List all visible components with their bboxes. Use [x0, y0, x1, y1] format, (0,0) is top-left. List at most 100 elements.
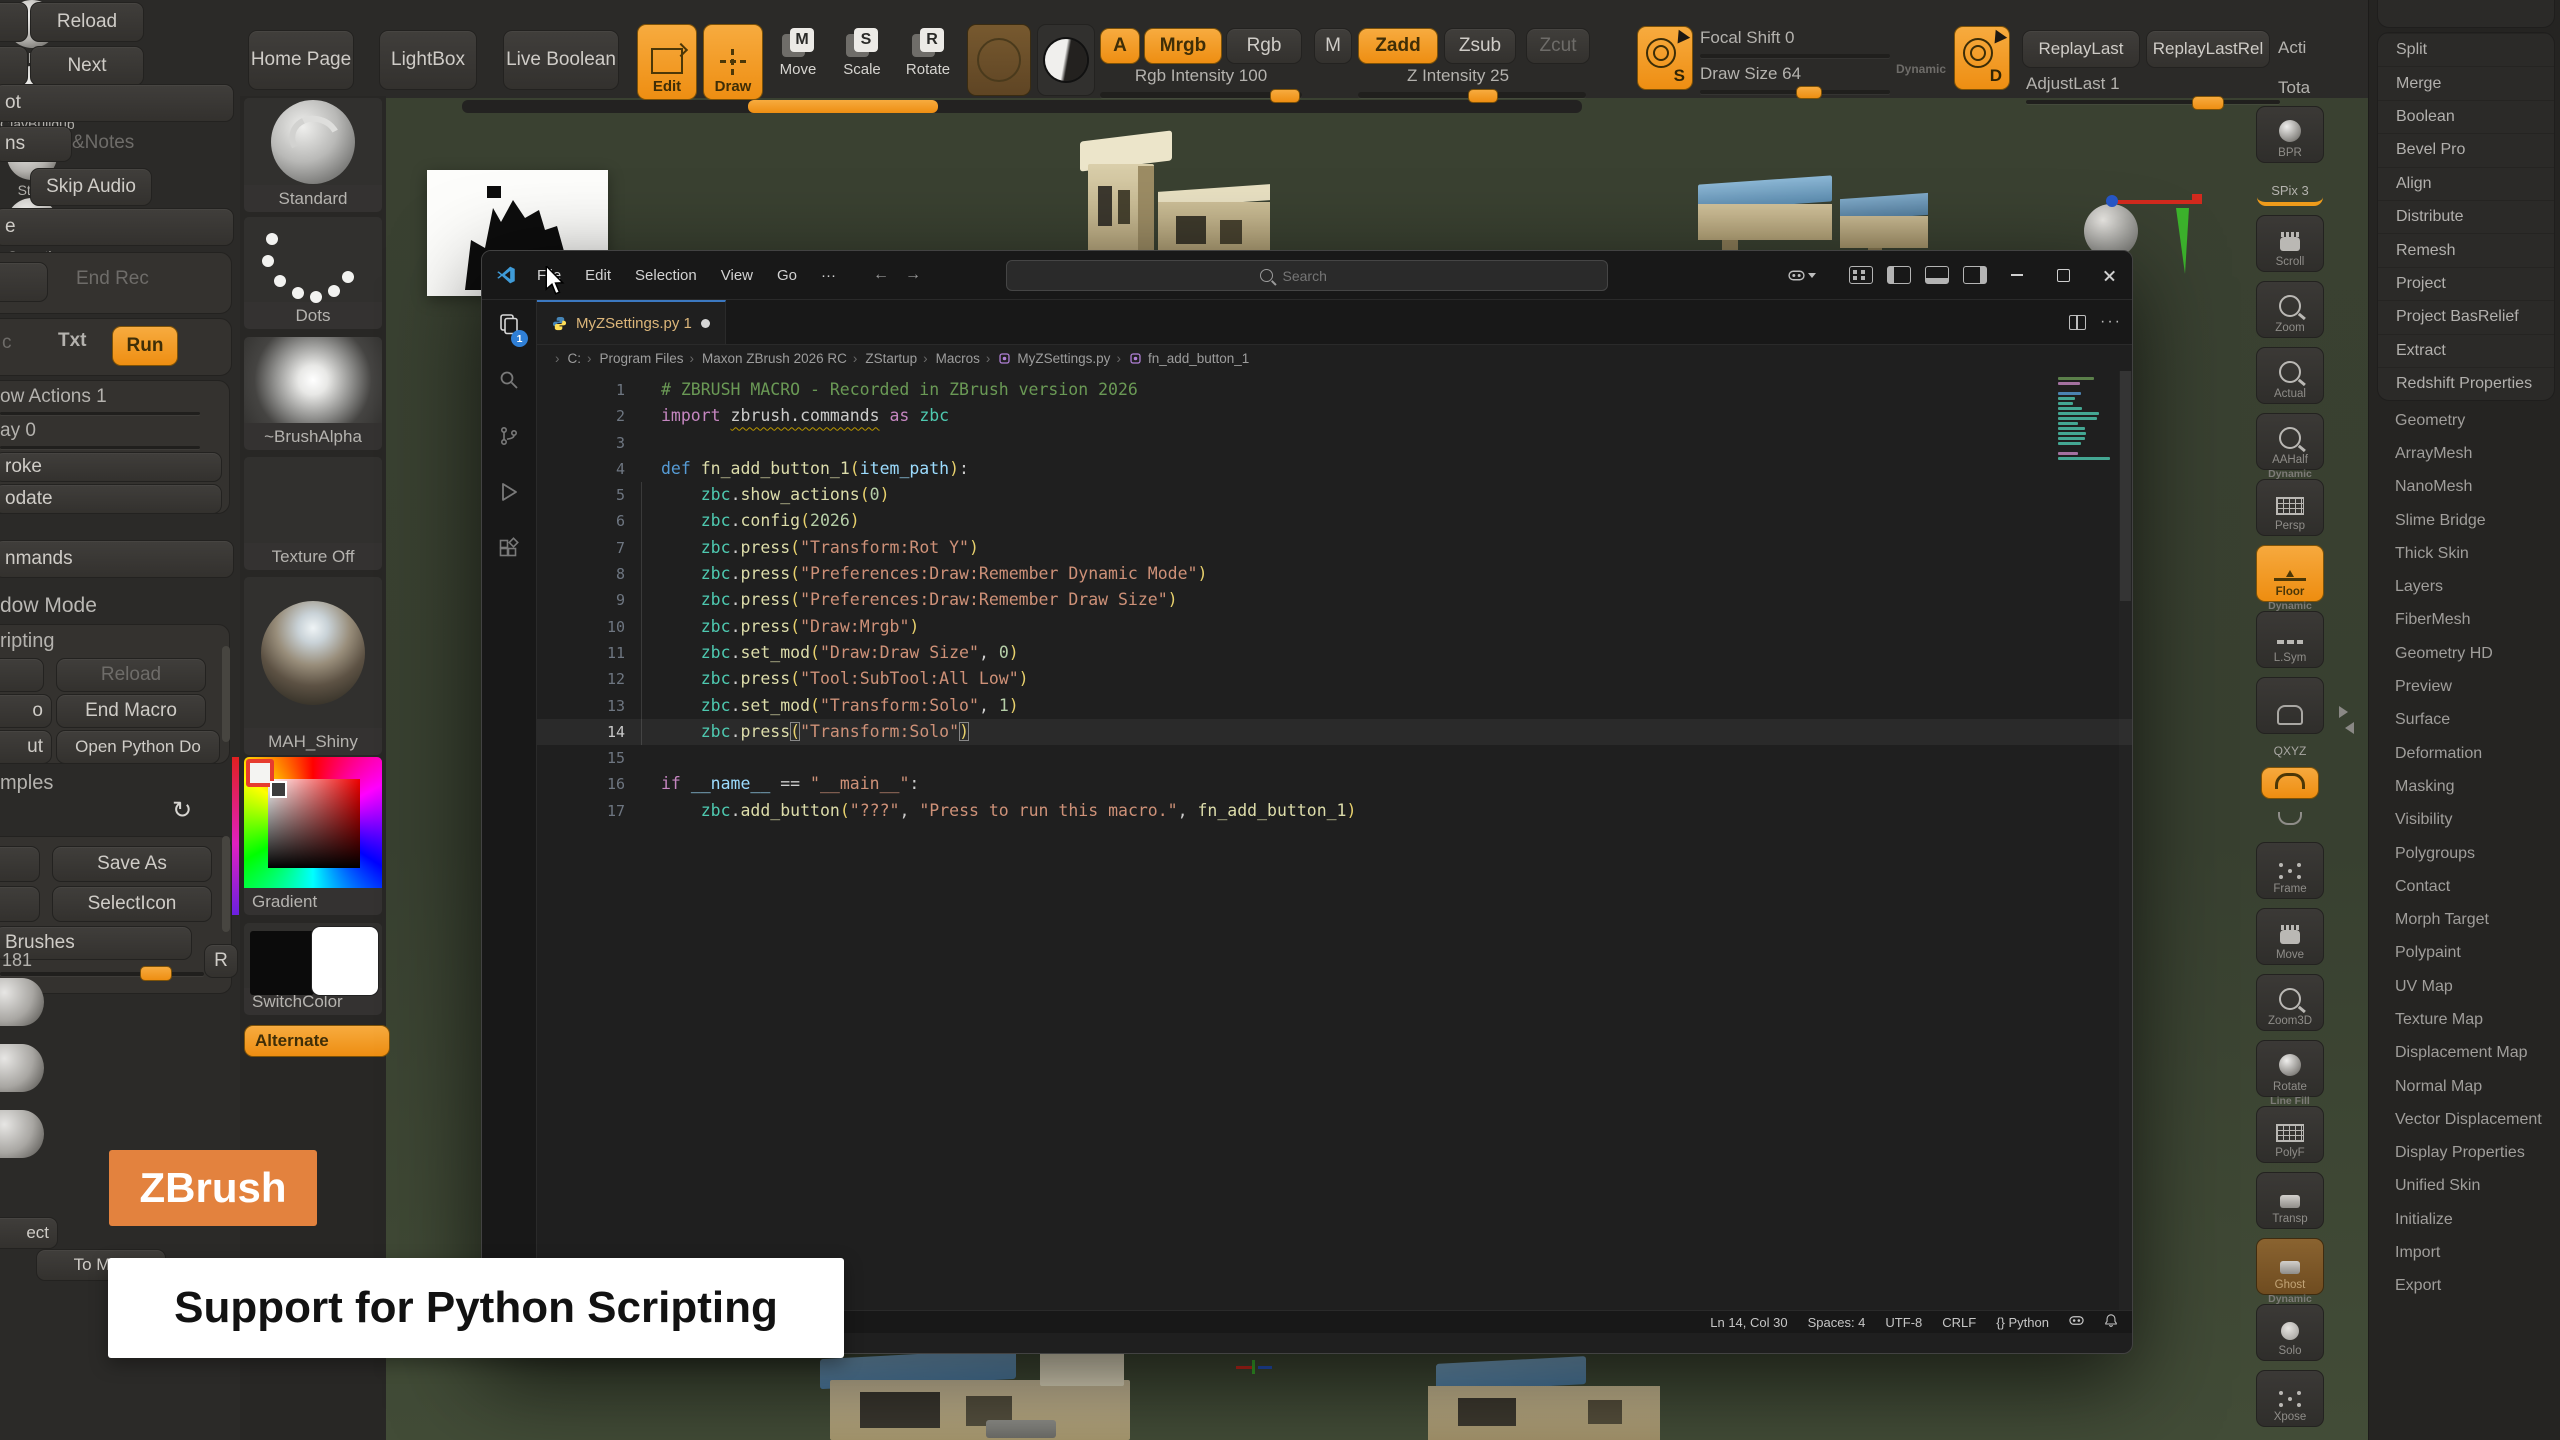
tool-menu-item[interactable]: Align — [2378, 167, 2554, 200]
end-macro-button[interactable]: End Macro — [56, 694, 206, 728]
m-toggle[interactable]: M — [1314, 28, 1352, 64]
shelf-button[interactable]: Line Fill PolyF — [2256, 1106, 2324, 1163]
layout-secondary-sidebar-icon[interactable] — [1963, 266, 1987, 284]
tool-menu-item[interactable]: UV Map — [2369, 970, 2560, 1003]
tool-menu-item[interactable]: Visibility — [2369, 804, 2560, 837]
zadd-toggle[interactable]: Zadd — [1358, 28, 1438, 64]
scripting-cut-2[interactable]: o — [0, 694, 52, 728]
code-line[interactable]: 11 zbc.set_mod("Draw:Draw Size", 0) — [537, 640, 2132, 666]
a-toggle[interactable]: A — [1100, 28, 1140, 64]
mrgb-toggle[interactable]: Mrgb — [1144, 28, 1222, 64]
code-line[interactable]: 6 zbc.config(2026) — [537, 508, 2132, 534]
vscode-titlebar[interactable]: FileEditSelectionViewGo··· ← → — [482, 251, 2132, 300]
menu-item[interactable]: Go — [766, 262, 808, 289]
shelf-button[interactable]: Rotate — [2256, 1040, 2324, 1097]
stroke-button[interactable]: roke — [0, 452, 222, 482]
slider-181-knob[interactable] — [140, 966, 172, 981]
rgb-intensity-knob[interactable] — [1270, 89, 1300, 103]
tool-menu-item[interactable]: Polypaint — [2369, 937, 2560, 970]
tool-menu-item[interactable]: Geometry — [2369, 404, 2560, 437]
rgb-intensity-slider[interactable]: Rgb Intensity 100 — [1100, 66, 1302, 86]
focal-shift-track[interactable] — [1700, 54, 1890, 58]
tool-menu-item[interactable]: Vector Displacement — [2369, 1103, 2560, 1136]
acti-label-cut[interactable]: Acti — [2278, 38, 2306, 58]
status-eol[interactable]: CRLF — [1942, 1315, 1976, 1330]
update-button[interactable]: odate — [0, 484, 222, 514]
stroke-preview-button[interactable] — [967, 24, 1031, 96]
shelf-button[interactable]: Scroll — [2256, 215, 2324, 272]
next-button[interactable]: Next — [30, 46, 144, 86]
rec-cut-button[interactable] — [0, 262, 48, 302]
shelf-button[interactable]: Dynamic Solo — [2256, 1304, 2324, 1361]
menu-item[interactable]: Edit — [574, 262, 622, 289]
rgb-toggle[interactable]: Rgb — [1226, 28, 1302, 64]
close-button[interactable] — [2086, 251, 2132, 299]
edit-mode-button[interactable]: Edit — [637, 24, 697, 100]
copilot-menu[interactable] — [1788, 267, 1816, 284]
tool-menu-item[interactable]: Redshift Properties — [2378, 367, 2554, 400]
notes-label[interactable]: &Notes — [72, 132, 134, 154]
adjust-last-knob[interactable] — [2192, 96, 2224, 110]
draw-mode-button[interactable]: Draw — [703, 24, 763, 100]
code-line[interactable]: 2import zbrush.commands as zbc — [537, 403, 2132, 429]
shelf-button[interactable] — [2257, 808, 2323, 833]
lightbox-button[interactable]: LightBox — [379, 30, 477, 90]
nav-forward-icon[interactable]: → — [905, 266, 921, 284]
tota-label-cut[interactable]: Tota — [2278, 78, 2310, 98]
save-cut-1[interactable] — [0, 846, 40, 882]
code-editor[interactable]: 1# ZBRUSH MACRO - Recorded in ZBrush ver… — [537, 371, 2132, 1310]
scroll-right-icon[interactable] — [2339, 706, 2354, 718]
d-brush-badge[interactable]: D — [1954, 26, 2010, 90]
tool-menu-item[interactable]: Split — [2378, 33, 2554, 66]
shelf-button[interactable]: BPR — [2256, 106, 2324, 163]
shelf-button[interactable]: Xpose — [2256, 1370, 2324, 1427]
tool-menu-item[interactable]: Contact — [2369, 870, 2560, 903]
s-brush-badge[interactable]: S — [1637, 26, 1693, 90]
tool-menu-item[interactable]: Surface — [2369, 704, 2560, 737]
menu-item[interactable]: Selection — [624, 262, 708, 289]
tab-myzsettings[interactable]: MyZSettings.py 1 — [537, 300, 726, 344]
commands-button[interactable]: nmands — [0, 540, 234, 578]
ect-button[interactable]: ect — [0, 1217, 58, 1249]
menu-item[interactable]: ··· — [810, 262, 847, 289]
scale-mode-button[interactable]: S Scale — [833, 28, 891, 78]
breadcrumb-item[interactable]: › Maxon ZBrush 2026 RC — [690, 351, 847, 366]
more-actions-icon[interactable]: ··· — [2100, 313, 2122, 331]
tool-menu-item[interactable]: Morph Target — [2369, 903, 2560, 936]
shelf-button[interactable]: Actual — [2256, 347, 2324, 404]
breadcrumb-item[interactable]: › C: — [555, 351, 581, 366]
code-area[interactable]: 1# ZBRUSH MACRO - Recorded in ZBrush ver… — [537, 377, 2132, 824]
tool-menu-item[interactable]: Merge — [2378, 66, 2554, 99]
tool-menu-item[interactable]: Display Properties — [2369, 1137, 2560, 1170]
shelf-button[interactable] — [2261, 767, 2319, 799]
timeline-strip[interactable] — [462, 100, 1582, 113]
tool-menu-item[interactable]: Bevel Pro — [2378, 133, 2554, 166]
tool-menu-item[interactable]: Export — [2369, 1270, 2560, 1303]
draw-size-slider[interactable]: Draw Size 64 — [1700, 64, 1801, 84]
code-line[interactable]: 3 — [537, 430, 2132, 456]
tool-menu-item[interactable]: Geometry HD — [2369, 637, 2560, 670]
r-button[interactable]: R — [204, 944, 238, 978]
open-python-doc-button[interactable]: Open Python Do — [56, 730, 220, 764]
ns-button[interactable]: ns — [0, 126, 72, 162]
status-language[interactable]: {} Python — [1996, 1315, 2049, 1330]
menu-item[interactable]: View — [710, 262, 764, 289]
cut-button-1[interactable] — [0, 2, 28, 42]
layout-panel-icon[interactable] — [1925, 266, 1949, 284]
tool-menu-item[interactable]: Remesh — [2378, 233, 2554, 266]
draw-size-knob[interactable] — [1796, 86, 1822, 99]
code-line[interactable]: 13 zbc.set_mod("Transform:Solo", 1) — [537, 693, 2132, 719]
tool-menu-item[interactable]: Masking — [2369, 770, 2560, 803]
save-cut-2[interactable] — [0, 886, 40, 922]
draw-size-track[interactable] — [1700, 90, 1890, 94]
reload-script-button[interactable]: Reload — [56, 658, 206, 692]
scrollbar-thumb[interactable] — [2120, 371, 2131, 601]
brush-tile-cut-3[interactable] — [0, 1110, 44, 1158]
cut-button-2[interactable] — [0, 46, 28, 86]
show-actions-slider[interactable]: ow Actions 1 — [0, 386, 107, 408]
status-copilot-icon[interactable] — [2069, 1313, 2084, 1331]
sculptris-sphere-button[interactable] — [1037, 24, 1095, 96]
shelf-button[interactable]: Ghost — [2256, 1238, 2324, 1295]
explorer-icon[interactable]: 1 — [497, 312, 521, 341]
tool-menu-item[interactable]: Boolean — [2378, 100, 2554, 133]
